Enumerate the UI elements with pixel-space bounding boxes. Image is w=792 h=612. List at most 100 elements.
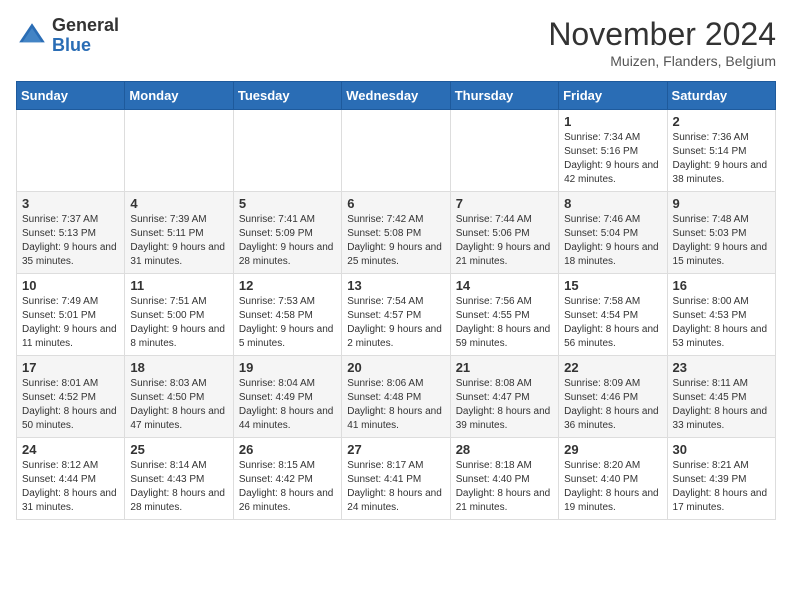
day-info: Sunrise: 8:15 AM Sunset: 4:42 PM Dayligh… (239, 459, 336, 515)
calendar-cell: 29 Sunrise: 8:20 AM Sunset: 4:40 PM Dayli… (559, 438, 667, 520)
calendar-cell: 9 Sunrise: 7:48 AM Sunset: 5:03 PM Daylig… (667, 192, 775, 274)
logo: General Blue (16, 16, 119, 56)
calendar-header-thursday: Thursday (450, 82, 558, 110)
calendar-cell: 14 Sunrise: 7:56 AM Sunset: 4:55 PM Dayli… (450, 274, 558, 356)
calendar-cell: 15 Sunrise: 7:58 AM Sunset: 4:54 PM Dayli… (559, 274, 667, 356)
day-info: Sunrise: 7:39 AM Sunset: 5:11 PM Dayligh… (130, 213, 227, 269)
calendar-week-row: 1 Sunrise: 7:34 AM Sunset: 5:16 PM Daylig… (17, 110, 776, 192)
page-header: General Blue November 2024 Muizen, Fland… (16, 16, 776, 69)
day-info: Sunrise: 8:06 AM Sunset: 4:48 PM Dayligh… (347, 377, 444, 433)
calendar-cell: 12Sunrise: 7:53 AM Sunset: 4:58 PM Dayli… (233, 274, 341, 356)
day-number: 24 (22, 442, 119, 457)
calendar-cell (125, 110, 233, 192)
day-number: 10 (22, 278, 119, 293)
day-info: Sunrise: 7:49 AM Sunset: 5:01 PM Dayligh… (22, 295, 119, 351)
day-number: 30 (673, 442, 770, 457)
calendar-cell: 30 Sunrise: 8:21 AM Sunset: 4:39 PM Dayli… (667, 438, 775, 520)
day-number: 1 (564, 114, 661, 129)
calendar-cell: 28 Sunrise: 8:18 AM Sunset: 4:40 PM Dayli… (450, 438, 558, 520)
calendar-header-saturday: Saturday (667, 82, 775, 110)
calendar-cell: 6 Sunrise: 7:42 AM Sunset: 5:08 PM Daylig… (342, 192, 450, 274)
day-info: Sunrise: 7:42 AM Sunset: 5:08 PM Dayligh… (347, 213, 444, 269)
calendar-week-row: 3 Sunrise: 7:37 AM Sunset: 5:13 PM Daylig… (17, 192, 776, 274)
calendar-cell: 23Sunrise: 8:11 AM Sunset: 4:45 PM Dayli… (667, 356, 775, 438)
calendar-cell (17, 110, 125, 192)
calendar-cell: 20 Sunrise: 8:06 AM Sunset: 4:48 PM Dayli… (342, 356, 450, 438)
day-number: 16 (673, 278, 770, 293)
day-number: 26 (239, 442, 336, 457)
logo-text: General Blue (52, 16, 119, 56)
calendar-cell: 5 Sunrise: 7:41 AM Sunset: 5:09 PM Daylig… (233, 192, 341, 274)
day-info: Sunrise: 7:44 AM Sunset: 5:06 PM Dayligh… (456, 213, 553, 269)
calendar-cell: 19 Sunrise: 8:04 AM Sunset: 4:49 PM Dayli… (233, 356, 341, 438)
day-number: 7 (456, 196, 553, 211)
day-number: 9 (673, 196, 770, 211)
day-info: Sunrise: 7:36 AM Sunset: 5:14 PM Dayligh… (673, 131, 770, 187)
day-info: Sunrise: 7:34 AM Sunset: 5:16 PM Dayligh… (564, 131, 661, 187)
day-info: Sunrise: 7:54 AM Sunset: 4:57 PM Dayligh… (347, 295, 444, 351)
day-number: 28 (456, 442, 553, 457)
calendar-cell: 13 Sunrise: 7:54 AM Sunset: 4:57 PM Dayli… (342, 274, 450, 356)
day-info: Sunrise: 8:11 AM Sunset: 4:45 PM Dayligh… (673, 377, 770, 433)
day-number: 8 (564, 196, 661, 211)
day-number: 29 (564, 442, 661, 457)
calendar-cell: 24 Sunrise: 8:12 AM Sunset: 4:44 PM Dayli… (17, 438, 125, 520)
day-number: 13 (347, 278, 444, 293)
calendar-header-monday: Monday (125, 82, 233, 110)
logo-general: General (52, 16, 119, 36)
day-number: 20 (347, 360, 444, 375)
calendar-cell: 1 Sunrise: 7:34 AM Sunset: 5:16 PM Daylig… (559, 110, 667, 192)
calendar-cell: 4 Sunrise: 7:39 AM Sunset: 5:11 PM Daylig… (125, 192, 233, 274)
day-number: 3 (22, 196, 119, 211)
day-number: 25 (130, 442, 227, 457)
day-info: Sunrise: 8:01 AM Sunset: 4:52 PM Dayligh… (22, 377, 119, 433)
day-info: Sunrise: 8:04 AM Sunset: 4:49 PM Dayligh… (239, 377, 336, 433)
calendar-cell: 25Sunrise: 8:14 AM Sunset: 4:43 PM Dayli… (125, 438, 233, 520)
day-info: Sunrise: 8:18 AM Sunset: 4:40 PM Dayligh… (456, 459, 553, 515)
day-number: 14 (456, 278, 553, 293)
calendar-cell: 10 Sunrise: 7:49 AM Sunset: 5:01 PM Dayli… (17, 274, 125, 356)
day-info: Sunrise: 7:41 AM Sunset: 5:09 PM Dayligh… (239, 213, 336, 269)
day-info: Sunrise: 7:56 AM Sunset: 4:55 PM Dayligh… (456, 295, 553, 351)
calendar-cell: 17Sunrise: 8:01 AM Sunset: 4:52 PM Dayli… (17, 356, 125, 438)
calendar-week-row: 24 Sunrise: 8:12 AM Sunset: 4:44 PM Dayli… (17, 438, 776, 520)
day-info: Sunrise: 7:53 AM Sunset: 4:58 PM Dayligh… (239, 295, 336, 351)
day-number: 18 (130, 360, 227, 375)
calendar-cell: 2Sunrise: 7:36 AM Sunset: 5:14 PM Daylig… (667, 110, 775, 192)
title-section: November 2024 Muizen, Flanders, Belgium (548, 16, 776, 69)
day-number: 15 (564, 278, 661, 293)
calendar-cell: 8 Sunrise: 7:46 AM Sunset: 5:04 PM Daylig… (559, 192, 667, 274)
day-number: 11 (130, 278, 227, 293)
day-info: Sunrise: 8:09 AM Sunset: 4:46 PM Dayligh… (564, 377, 661, 433)
day-info: Sunrise: 8:12 AM Sunset: 4:44 PM Dayligh… (22, 459, 119, 515)
day-info: Sunrise: 7:48 AM Sunset: 5:03 PM Dayligh… (673, 213, 770, 269)
day-number: 5 (239, 196, 336, 211)
calendar-cell: 7 Sunrise: 7:44 AM Sunset: 5:06 PM Daylig… (450, 192, 558, 274)
calendar-cell: 3 Sunrise: 7:37 AM Sunset: 5:13 PM Daylig… (17, 192, 125, 274)
day-number: 4 (130, 196, 227, 211)
day-number: 27 (347, 442, 444, 457)
day-info: Sunrise: 7:46 AM Sunset: 5:04 PM Dayligh… (564, 213, 661, 269)
day-number: 6 (347, 196, 444, 211)
calendar-cell: 26 Sunrise: 8:15 AM Sunset: 4:42 PM Dayli… (233, 438, 341, 520)
day-info: Sunrise: 8:21 AM Sunset: 4:39 PM Dayligh… (673, 459, 770, 515)
day-number: 22 (564, 360, 661, 375)
day-info: Sunrise: 7:58 AM Sunset: 4:54 PM Dayligh… (564, 295, 661, 351)
calendar-header-friday: Friday (559, 82, 667, 110)
day-info: Sunrise: 7:51 AM Sunset: 5:00 PM Dayligh… (130, 295, 227, 351)
day-info: Sunrise: 8:20 AM Sunset: 4:40 PM Dayligh… (564, 459, 661, 515)
calendar-cell (342, 110, 450, 192)
calendar-week-row: 17Sunrise: 8:01 AM Sunset: 4:52 PM Dayli… (17, 356, 776, 438)
calendar-cell: 11 Sunrise: 7:51 AM Sunset: 5:00 PM Dayli… (125, 274, 233, 356)
calendar-header-sunday: Sunday (17, 82, 125, 110)
calendar-cell: 16 Sunrise: 8:00 AM Sunset: 4:53 PM Dayli… (667, 274, 775, 356)
day-info: Sunrise: 7:37 AM Sunset: 5:13 PM Dayligh… (22, 213, 119, 269)
calendar-header-wednesday: Wednesday (342, 82, 450, 110)
calendar-header-tuesday: Tuesday (233, 82, 341, 110)
calendar-cell (450, 110, 558, 192)
day-number: 19 (239, 360, 336, 375)
calendar-cell: 27Sunrise: 8:17 AM Sunset: 4:41 PM Dayli… (342, 438, 450, 520)
calendar-table: SundayMondayTuesdayWednesdayThursdayFrid… (16, 81, 776, 520)
day-info: Sunrise: 8:00 AM Sunset: 4:53 PM Dayligh… (673, 295, 770, 351)
calendar-week-row: 10 Sunrise: 7:49 AM Sunset: 5:01 PM Dayli… (17, 274, 776, 356)
